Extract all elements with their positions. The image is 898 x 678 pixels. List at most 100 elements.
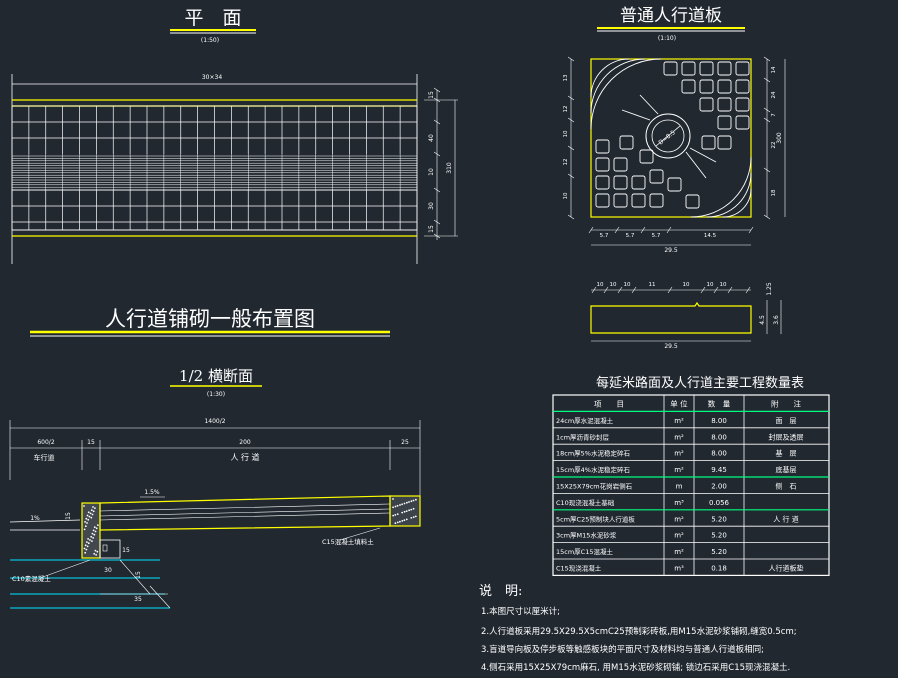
slab-bottom-dims: 5.7 5.7 5.7 14.5 (588, 226, 754, 239)
slab-bottom-dim-text: 5.7 (626, 233, 635, 239)
curb-hatch-dot (93, 552, 96, 555)
curb-backing-dim: 15 (122, 547, 130, 554)
curb-hatch-dot (87, 511, 90, 514)
slab-band (685, 151, 707, 179)
curb-hatch-dot (91, 540, 93, 542)
slab-section-right-dim2: 3.6 (773, 315, 780, 325)
edge-hatch-dot (394, 505, 397, 508)
edge-hatch-dot (392, 506, 394, 509)
curb-hatch-dot (92, 506, 94, 508)
quantity-table: 项 目 单 位 数 量 附 注 24cm厚水泥混凝土 m² 8.00 面 层 1cm厚沥青砂封层… (552, 394, 830, 576)
slab-stud-tile (595, 175, 610, 190)
section-dim-edge: 25 (401, 439, 409, 446)
edge-hatch-dot (412, 507, 415, 510)
slab-right-total: 300 (776, 132, 783, 144)
curb-hatch-dot (84, 521, 86, 523)
slab-left-dim-text: 13 (563, 74, 569, 81)
slab-left-dim-text: 10 (563, 192, 569, 199)
table-unit-cell: m³ (674, 499, 684, 507)
table-item-cell: C10现浇混凝土基础 (556, 498, 615, 507)
curb-hatch-dot (91, 532, 94, 535)
table-unit-cell: m² (674, 466, 684, 474)
table-qty-cell: 9.45 (711, 466, 727, 474)
edge-hatch-dot (401, 520, 404, 522)
note-line-1: 1.本图尺寸以厘米计; (481, 606, 560, 617)
cad-drawing-canvas: 平 面 (1:50) 30×34 15 40 10 30 15 310 普通人行道板 (… (0, 0, 898, 678)
curb-hatch-dot (84, 551, 87, 554)
slab-band (689, 147, 717, 163)
curb-height-dim: 15 (65, 512, 72, 520)
table-note-cell: 底基层 (776, 465, 797, 474)
slab-stud-tile (631, 193, 646, 208)
edge-hatch-dot (394, 522, 397, 525)
curb-hatch-dot (97, 524, 99, 526)
slab-section-outline (590, 301, 752, 334)
notes-title: 说 明: (479, 584, 522, 599)
curb-hatch-dot (91, 513, 94, 516)
slab-stud-tile (613, 157, 628, 172)
edge-hatch-dot (403, 510, 406, 513)
curb-hatch-dot (86, 545, 89, 548)
slab-arc-br (690, 156, 752, 218)
slab-stud-tile (613, 193, 628, 208)
curb-hatch-dot (94, 549, 97, 552)
slab-arc-br (722, 188, 752, 218)
slab-right-dim-text: 7 (771, 113, 777, 117)
curb-hatch-dot (83, 547, 86, 550)
section-dim-sidewalk: 200 (239, 439, 251, 446)
curb-hatch-dot (96, 550, 99, 553)
table-note-cell: 人行道板垫 (769, 564, 804, 573)
edge-hatch-dot (415, 498, 417, 501)
curb-hatch-dot (90, 516, 93, 519)
slab-stud-tile (613, 175, 628, 190)
table-unit-cell: m² (674, 548, 684, 556)
slab-bottom-dim-text: 14.5 (704, 233, 717, 239)
table-note-cell: 面 层 (776, 417, 797, 425)
table-qty-cell: 0.18 (711, 565, 727, 573)
edge-hatch-dot (412, 516, 415, 518)
sidewalk-label: 人 行 道 (230, 452, 259, 462)
slab-right-dim-text: 14 (771, 66, 777, 73)
slab-stud-tile (649, 193, 664, 208)
table-unit-cell: m³ (674, 565, 684, 573)
plan-view: 平 面 (1:50) 30×34 15 40 10 30 15 310 (11, 7, 458, 264)
slab-section-top-dim-text: 10 (597, 282, 604, 288)
slab-stud-tile (595, 193, 610, 208)
note-line-4: 4.侧石采用15X25X79cm麻石, 用M15水泥砂浆砌铺; 锁边石采用C15… (481, 662, 790, 673)
slab-left-dim-text: 12 (563, 159, 569, 166)
curb-hatch-dot (84, 544, 87, 547)
table-qty-cell: 5.20 (711, 548, 727, 556)
curb-hatch-dot (95, 527, 98, 530)
edge-hatch-dot (408, 501, 410, 503)
curb-hatch-dot (89, 539, 91, 541)
slab-bottom-total: 29.5 (664, 247, 678, 254)
curb-hatch-dot (86, 541, 88, 543)
subbase-dim: 35 (134, 596, 142, 603)
table-header-cell: 项 目 (594, 400, 624, 409)
edge-hatch-dot (412, 499, 415, 502)
slab-title: 普通人行道板 (620, 6, 722, 26)
curb-hatch-dot (84, 525, 87, 528)
slab-section: 10 10 10 11 10 10 10 1.25 4.5 3.6 29.5 (590, 282, 782, 350)
edge-hatch-dot (399, 504, 401, 506)
carriageway-label: 车行道 (34, 453, 55, 462)
curb-hatch-dot (90, 535, 93, 538)
edge-hatch-dot (405, 510, 408, 512)
curb-hatch-dot (87, 538, 89, 540)
slab-arc-tl (590, 58, 662, 130)
slab-arc-tl (590, 58, 646, 114)
curb-hatch-dot (92, 529, 95, 532)
quantity-table-block: 每延米路面及人行道主要工程数量表 项 目 单 位 数 量 附 注 24cm厚水泥混凝土 m… (552, 375, 830, 576)
curb-hatch-dot (94, 530, 97, 533)
slab-stud-tile (681, 79, 696, 94)
table-qty-cell: 5.20 (711, 515, 727, 523)
slab-circle-label: D=8.5 (657, 129, 677, 146)
slab-stud-tile (639, 149, 654, 164)
table-unit-cell: m² (674, 433, 684, 441)
curb-hatch-dot (92, 537, 94, 539)
edge-hatch-dot (399, 520, 401, 523)
slab-stud-tile (699, 97, 714, 112)
notes-block: 说 明: 1.本图尺寸以厘米计; 2.人行道板采用29.5X29.5X5cmC2… (479, 584, 797, 673)
table-item-cell: C15现浇混凝土 (556, 564, 602, 573)
curb-joint (102, 544, 108, 552)
